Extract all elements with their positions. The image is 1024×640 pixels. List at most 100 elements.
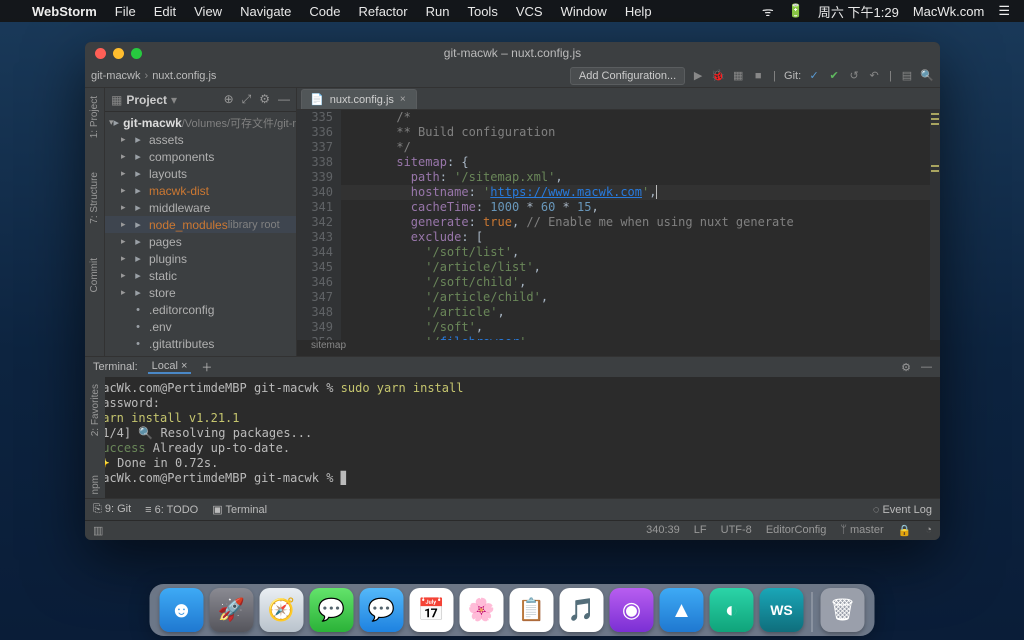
tool-favorites[interactable]: 2: Favorites <box>90 380 101 440</box>
stop-icon[interactable]: ■ <box>751 69 765 83</box>
locate-icon[interactable]: ⊕ <box>224 92 234 107</box>
hide-icon[interactable]: — <box>921 361 932 374</box>
dock-app-webstorm[interactable]: WS <box>760 588 804 632</box>
tool-npm[interactable]: npm <box>90 471 101 498</box>
chevron-down-icon[interactable]: ▾ <box>171 93 177 107</box>
btm-git[interactable]: ⎘ 9: Git <box>93 503 131 516</box>
lock-icon[interactable]: 🔒 <box>898 524 912 537</box>
dock-app-music[interactable]: 🎵 <box>560 588 604 632</box>
caret-position[interactable]: 340:39 <box>646 524 680 537</box>
tool-commit[interactable]: Commit <box>89 254 100 296</box>
dock-app-messages[interactable]: 💬 <box>310 588 354 632</box>
minimize-icon[interactable] <box>113 48 124 59</box>
tree-item[interactable]: ▸▸components <box>105 148 296 165</box>
tree-item[interactable]: ▸▸assets <box>105 131 296 148</box>
dock-app-imessage[interactable]: 💬 <box>360 588 404 632</box>
git-branch[interactable]: ᛘ master <box>840 524 883 537</box>
dock-app-turtle[interactable]: ◐ <box>710 588 754 632</box>
tree-item[interactable]: ▸▸store <box>105 284 296 301</box>
editor-breadcrumb[interactable]: sitemap <box>297 340 940 356</box>
terminal-add-icon[interactable]: ＋ <box>201 359 212 375</box>
run-icon[interactable]: ▶ <box>691 69 705 83</box>
tree-root[interactable]: ▾▸git-macwk /Volumes/可存文件/git-mac <box>105 114 296 131</box>
event-log[interactable]: ◌ Event Log <box>873 504 932 516</box>
line-sep[interactable]: LF <box>694 524 707 537</box>
encoding[interactable]: UTF-8 <box>721 524 752 537</box>
editor-minimap[interactable] <box>930 110 940 340</box>
menu-navigate[interactable]: Navigate <box>240 4 291 19</box>
tree-item[interactable]: ▸▸middleware <box>105 199 296 216</box>
macos-dock: ☻🚀🧭💬💬📅🌸📋🎵◉▲◐WS🗑 <box>150 584 875 636</box>
gear-icon[interactable]: ⚙ <box>259 92 270 107</box>
git-history-icon[interactable]: ↺ <box>847 69 861 83</box>
debug-icon[interactable]: 🐞 <box>711 69 725 83</box>
coverage-icon[interactable]: ▦ <box>731 69 745 83</box>
menu-code[interactable]: Code <box>309 4 340 19</box>
inspections-icon[interactable]: ◔ <box>925 524 932 537</box>
run-config-button[interactable]: Add Configuration... <box>570 67 685 85</box>
menubar-clock[interactable]: 周六 下午1:29 <box>818 2 899 21</box>
dock-app-trash[interactable]: 🗑 <box>821 588 865 632</box>
menu-file[interactable]: File <box>115 4 136 19</box>
tool-structure[interactable]: 7: Structure <box>89 168 100 228</box>
tree-item[interactable]: ▸▸node_modules library root <box>105 216 296 233</box>
editor-tab-label: nuxt.config.js <box>330 94 394 106</box>
menu-extras-icon[interactable]: ☰ <box>998 3 1010 19</box>
btm-todo[interactable]: ≡ 6: TODO <box>145 504 198 516</box>
menu-tools[interactable]: Tools <box>467 4 497 19</box>
tool-project[interactable]: 1: Project <box>89 92 100 142</box>
project-pane-title: Project <box>126 93 167 107</box>
gear-icon[interactable]: ⚙ <box>901 361 911 374</box>
tree-item[interactable]: ▸▸static <box>105 267 296 284</box>
git-commit-icon[interactable]: ✔ <box>827 69 841 83</box>
zoom-icon[interactable] <box>131 48 142 59</box>
hide-icon[interactable]: — <box>278 92 290 107</box>
tree-item[interactable]: ▸▸pages <box>105 233 296 250</box>
close-icon[interactable] <box>95 48 106 59</box>
status-widgets-icon[interactable]: ▥ <box>93 524 103 537</box>
git-update-icon[interactable]: ✓ <box>807 69 821 83</box>
close-tab-icon[interactable]: × <box>400 94 406 105</box>
dock-app-finder[interactable]: ☻ <box>160 588 204 632</box>
menu-vcs[interactable]: VCS <box>516 4 543 19</box>
dock-app-reminders[interactable]: 📋 <box>510 588 554 632</box>
dock-app-calendar[interactable]: 📅 <box>410 588 454 632</box>
dock-app-appstore[interactable]: ▲ <box>660 588 704 632</box>
ide-settings-icon[interactable]: ▤ <box>900 69 914 83</box>
tree-item[interactable]: ▸▸plugins <box>105 250 296 267</box>
terminal-tab[interactable]: Local × <box>148 360 192 374</box>
terminal-output[interactable]: MacWk.com@PertimdeMBP git-macwk % sudo y… <box>85 377 940 498</box>
search-everywhere-icon[interactable]: 🔍 <box>920 69 934 83</box>
tree-item[interactable]: ▸▸macwk-dist <box>105 182 296 199</box>
breadcrumb-root[interactable]: git-macwk <box>91 70 141 82</box>
tree-item[interactable]: ▸▸layouts <box>105 165 296 182</box>
wifi-icon[interactable]: ᯤ <box>762 2 774 20</box>
menu-window[interactable]: Window <box>561 4 607 19</box>
tree-item[interactable]: •.env <box>105 318 296 335</box>
menu-run[interactable]: Run <box>426 4 450 19</box>
expand-icon[interactable]: ⤢ <box>242 92 252 107</box>
project-tree[interactable]: ▾▸git-macwk /Volumes/可存文件/git-mac▸▸asset… <box>105 112 296 356</box>
left-toolwindow-bar: 1: Project 7: Structure Commit <box>85 88 105 356</box>
tree-item[interactable]: •.gitattributes <box>105 335 296 352</box>
btm-terminal[interactable]: ▣ Terminal <box>212 503 267 516</box>
menu-help[interactable]: Help <box>625 4 652 19</box>
editor-tab-active[interactable]: 📄 nuxt.config.js × <box>301 89 417 109</box>
dock-app-safari[interactable]: 🧭 <box>260 588 304 632</box>
battery-icon[interactable]: 🔋 <box>788 3 804 19</box>
js-file-icon: 📄 <box>310 93 324 106</box>
terminal-title: Terminal: <box>93 361 138 373</box>
menu-view[interactable]: View <box>194 4 222 19</box>
breadcrumb-file[interactable]: nuxt.config.js <box>152 70 216 82</box>
dock-app-launchpad[interactable]: 🚀 <box>210 588 254 632</box>
menu-edit[interactable]: Edit <box>154 4 176 19</box>
menubar-brand[interactable]: MacWk.com <box>913 4 985 19</box>
git-revert-icon[interactable]: ↶ <box>867 69 881 83</box>
code-editor[interactable]: 3353363373383393403413423433443453463473… <box>297 110 940 340</box>
dock-app-podcasts[interactable]: ◉ <box>610 588 654 632</box>
tree-item[interactable]: •.editorconfig <box>105 301 296 318</box>
editorconfig[interactable]: EditorConfig <box>766 524 827 537</box>
menu-refactor[interactable]: Refactor <box>358 4 407 19</box>
dock-app-photos[interactable]: 🌸 <box>460 588 504 632</box>
menubar-app[interactable]: WebStorm <box>32 4 97 19</box>
